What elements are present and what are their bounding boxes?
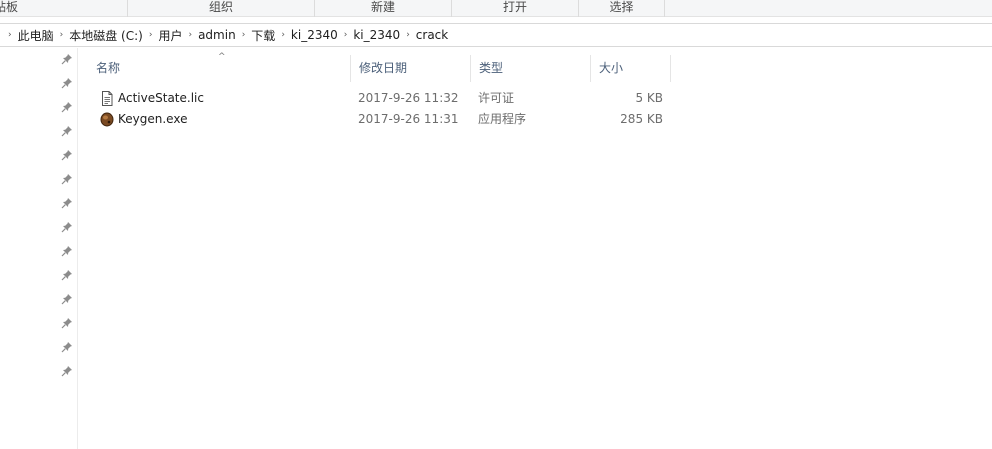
pin-icon[interactable] — [61, 125, 73, 137]
file-list: ActiveState.lic 2017-9-26 11:32 许可证 5 KB… — [88, 88, 678, 130]
pin-icon[interactable] — [61, 77, 73, 89]
ribbon-group-clipboard: 贴板 — [0, 0, 128, 17]
file-name[interactable]: ActiveState.lic — [118, 88, 204, 109]
ribbon-group-open: 打开 — [452, 0, 579, 17]
pin-icon[interactable] — [61, 197, 73, 209]
breadcrumb-item-ki-2340-a[interactable]: › ki_2340 — [275, 24, 337, 46]
breadcrumb-item-local-disk[interactable]: › 本地磁盘 (C:) — [54, 24, 143, 46]
breadcrumb-item-users[interactable]: › 用户 — [143, 24, 183, 46]
ribbon-group-labels: 贴板 组织 新建 打开 选择 — [0, 0, 992, 17]
breadcrumb-label[interactable]: 用户 — [158, 27, 182, 44]
ribbon-group-new: 新建 — [315, 0, 452, 17]
breadcrumb-label[interactable]: ki_2340 — [291, 28, 338, 42]
ribbon-group-select: 选择 — [579, 0, 665, 17]
breadcrumb-item-admin[interactable]: › admin — [182, 24, 235, 46]
breadcrumb-label[interactable]: 本地磁盘 (C:) — [69, 27, 143, 44]
breadcrumb-label[interactable]: admin — [198, 28, 236, 42]
address-bar[interactable]: › 此电脑 › 本地磁盘 (C:) › 用户 › admin › 下载 › ki… — [0, 23, 992, 47]
file-row[interactable]: Keygen.exe 2017-9-26 11:31 应用程序 285 KB — [88, 109, 678, 130]
file-type: 许可证 — [478, 91, 515, 105]
pin-icon[interactable] — [61, 341, 73, 353]
file-date-modified: 2017-9-26 11:32 — [358, 91, 459, 105]
column-header-name[interactable]: 名称 — [88, 55, 351, 82]
breadcrumb-item-downloads[interactable]: › 下载 — [236, 24, 276, 46]
ribbon-group-organize: 组织 — [128, 0, 315, 17]
chevron-right-icon[interactable]: › — [338, 30, 354, 40]
file-size: 5 KB — [635, 91, 663, 105]
breadcrumb-label[interactable]: ki_2340 — [353, 28, 400, 42]
column-header-row: ^ 名称 修改日期 类型 大小 — [88, 52, 678, 82]
pin-icon[interactable] — [61, 365, 73, 377]
file-date-modified: 2017-9-26 11:31 — [358, 112, 459, 126]
pin-icon[interactable] — [61, 101, 73, 113]
keygen-app-icon — [100, 112, 114, 127]
chevron-right-icon[interactable]: › — [2, 30, 18, 40]
breadcrumb-item-crack[interactable]: › crack — [400, 24, 448, 46]
file-row[interactable]: ActiveState.lic 2017-9-26 11:32 许可证 5 KB — [88, 88, 678, 109]
breadcrumb-label[interactable]: crack — [416, 28, 448, 42]
pin-icon[interactable] — [61, 173, 73, 185]
chevron-right-icon[interactable]: › — [400, 30, 416, 40]
breadcrumb: › 此电脑 › 本地磁盘 (C:) › 用户 › admin › 下载 › ki… — [2, 24, 448, 46]
column-header-date-modified[interactable]: 修改日期 — [351, 55, 471, 82]
pin-icon[interactable] — [61, 221, 73, 233]
file-name[interactable]: Keygen.exe — [118, 109, 187, 130]
pin-icon[interactable] — [61, 149, 73, 161]
file-size: 285 KB — [620, 112, 663, 126]
pin-icon[interactable] — [61, 53, 73, 65]
chevron-right-icon[interactable]: › — [182, 30, 198, 40]
column-header-type[interactable]: 类型 — [471, 55, 591, 82]
breadcrumb-label[interactable]: 下载 — [251, 27, 275, 44]
chevron-right-icon[interactable]: › — [54, 30, 70, 40]
pin-icon[interactable] — [61, 269, 73, 281]
breadcrumb-item-ki-2340-b[interactable]: › ki_2340 — [338, 24, 400, 46]
chevron-right-icon[interactable]: › — [236, 30, 252, 40]
breadcrumb-item-this-pc[interactable]: › 此电脑 — [2, 24, 54, 46]
chevron-right-icon[interactable]: › — [143, 30, 159, 40]
document-icon — [100, 91, 114, 106]
pin-icon[interactable] — [61, 293, 73, 305]
navigation-pane[interactable] — [0, 48, 78, 449]
pin-icon[interactable] — [61, 317, 73, 329]
column-header-size[interactable]: 大小 — [591, 55, 671, 82]
breadcrumb-label[interactable]: 此电脑 — [18, 27, 54, 44]
pin-icon[interactable] — [61, 245, 73, 257]
file-type: 应用程序 — [478, 112, 527, 126]
chevron-right-icon[interactable]: › — [275, 30, 291, 40]
